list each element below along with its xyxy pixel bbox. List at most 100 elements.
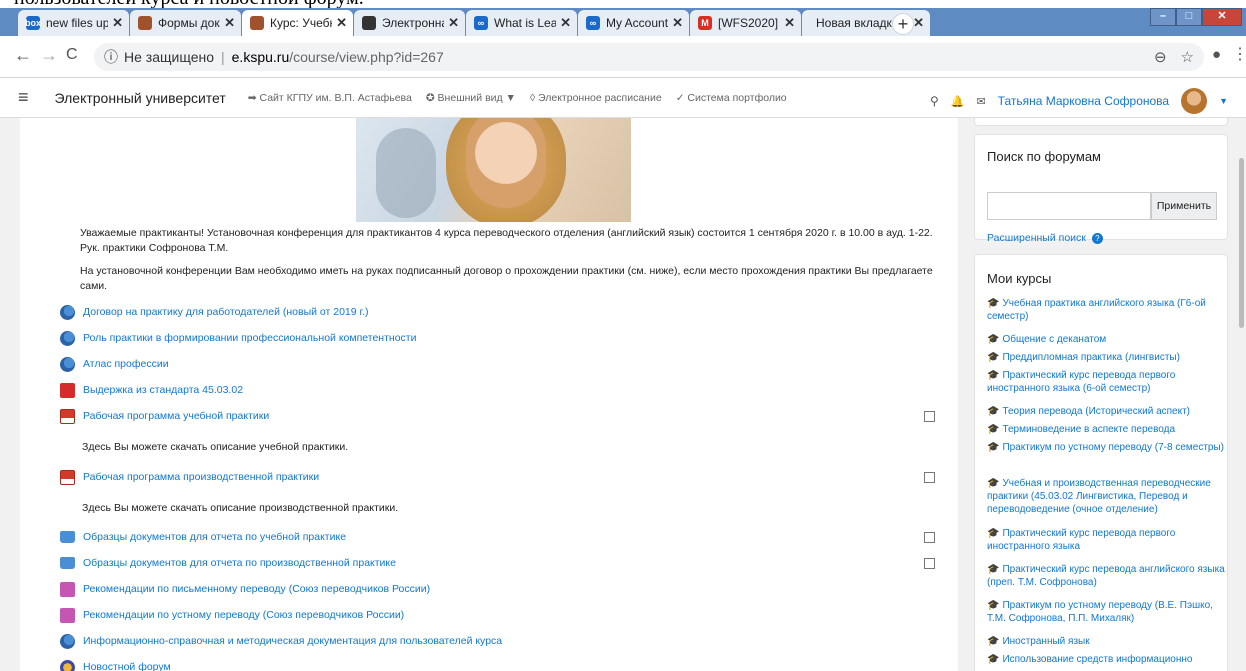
url-icon <box>60 356 75 372</box>
completion-checkbox[interactable] <box>924 558 935 569</box>
moodle-navbar: ≡ Электронный университет ➡ Сайт КГПУ им… <box>0 78 1246 118</box>
site-name-link[interactable]: Электронный университет <box>55 90 226 106</box>
course-link[interactable]: 🎓 Преддипломная практика (лингвисты) <box>987 351 1227 364</box>
reload-icon[interactable]: C <box>66 45 78 65</box>
forum-search-block: Поиск по форумам Применить Расширенный п… <box>974 134 1228 244</box>
user-name-link[interactable]: Татьяна Марковна Софронова <box>998 94 1169 108</box>
tab-5[interactable]: ∞ My Account Se✕ <box>578 10 689 36</box>
maximize-button[interactable]: □ <box>1176 8 1202 26</box>
messages-icon[interactable]: ✉ <box>976 95 985 108</box>
announcement-paragraph: Уважаемые практиканты! Установочная конф… <box>80 227 933 254</box>
course-link[interactable]: 🎓 Использование средств информационно <box>987 653 1227 666</box>
course-link[interactable]: 🎓 Иностранный язык <box>987 635 1227 648</box>
forum-search-input[interactable] <box>987 192 1151 220</box>
minimize-button[interactable]: – <box>1150 8 1176 26</box>
tab-title: Формы докуме <box>158 16 220 30</box>
help-icon[interactable]: ? <box>1091 233 1103 244</box>
completion-checkbox[interactable] <box>924 411 935 422</box>
page-written-translation-link[interactable]: Рекомендации по письменному переводу (Со… <box>60 580 430 598</box>
star-icon[interactable]: ☆ <box>1181 48 1194 66</box>
page-oral-translation-link[interactable]: Рекомендации по устному переводу (Союз п… <box>60 606 404 624</box>
user-menu-caret-icon[interactable]: ▼ <box>1219 96 1228 106</box>
resource-contract-link[interactable]: Договор на практику для работодателей (н… <box>60 303 369 321</box>
tab-6[interactable]: M [WFS2020] Plea ✕ <box>690 10 801 36</box>
close-icon[interactable]: ✕ <box>448 15 459 31</box>
resource-label: Образцы документов для отчета по произво… <box>83 557 396 569</box>
resource-reference-docs-link[interactable]: Информационно-справочная и методическая … <box>60 632 502 650</box>
resource-atlas-link[interactable]: Атлас профессии <box>60 355 169 373</box>
close-window-button[interactable]: ✕ <box>1202 8 1242 26</box>
resource-role-of-practice-link[interactable]: Роль практики в формировании профессиона… <box>60 329 416 347</box>
avatar[interactable] <box>1181 88 1208 114</box>
graduation-cap-icon: 🎓 <box>987 334 1000 345</box>
folder-production-report-docs-link[interactable]: Образцы документов для отчета по произво… <box>60 554 396 572</box>
course-link[interactable]: 🎓 Практический курс перевода английского … <box>987 563 1227 589</box>
circle-icon <box>362 16 376 30</box>
nav-link-kspu-site[interactable]: ➡ Сайт КГПУ им. В.П. Астафьева <box>248 92 412 104</box>
advanced-search-link[interactable]: Расширенный поиск ? <box>987 232 1103 244</box>
scrollbar-thumb[interactable] <box>1239 158 1244 328</box>
close-icon[interactable]: ✕ <box>784 15 795 31</box>
course-label: Использование средств информационно <box>1002 654 1193 665</box>
profile-icon[interactable]: ● <box>1212 45 1221 65</box>
resource-label: Рабочая программа учебной практики <box>83 410 270 422</box>
course-link[interactable]: 🎓 Учебная практика английского языка (Г6-… <box>987 297 1227 323</box>
close-icon[interactable]: ✕ <box>224 15 235 31</box>
url-icon <box>60 633 75 649</box>
tab-0[interactable]: box new files uploa✕ <box>18 10 129 36</box>
course-link[interactable]: 🎓 Практикум по устному переводу (7-8 семе… <box>987 441 1227 454</box>
close-icon[interactable]: ✕ <box>560 15 571 31</box>
page-scrollbar[interactable] <box>1236 118 1246 671</box>
building-icon <box>250 16 264 30</box>
tab-title: new files uploa <box>46 16 109 30</box>
completion-checkbox[interactable] <box>924 472 935 483</box>
news-forum-link[interactable]: Новостной форум <box>60 658 171 671</box>
resource-study-program-link[interactable]: Рабочая программа учебной практики <box>60 407 269 425</box>
tab-4[interactable]: ∞ What is Learnin✕ <box>466 10 577 36</box>
course-label: Преддипломная практика (лингвисты) <box>1002 352 1180 363</box>
infinity-icon: ∞ <box>586 16 600 30</box>
infinity-icon: ∞ <box>474 16 488 30</box>
zoom-icon[interactable]: ⊖ <box>1154 48 1167 66</box>
folder-study-report-docs-link[interactable]: Образцы документов для отчета по учебной… <box>60 528 346 546</box>
new-tab-button[interactable]: + <box>892 13 914 35</box>
url-host: e.kspu.ru <box>231 49 290 65</box>
completion-checkbox[interactable] <box>924 532 935 543</box>
nav-link-schedule[interactable]: ◊ Электронное расписание <box>530 92 662 104</box>
page-icon <box>60 607 75 623</box>
hamburger-menu-icon[interactable]: ≡ <box>18 87 29 108</box>
close-icon[interactable]: ✕ <box>913 15 924 31</box>
search-icon[interactable]: ⚲ <box>930 94 939 108</box>
course-label: Теория перевода (Исторический аспект) <box>1002 406 1191 417</box>
close-icon[interactable]: ✕ <box>336 15 347 31</box>
close-icon[interactable]: ✕ <box>112 15 123 31</box>
resource-production-program-link[interactable]: Рабочая программа производственной практ… <box>60 468 319 486</box>
resource-label: Договор на практику для работодателей (н… <box>83 306 369 318</box>
url-field[interactable]: ⓘ Не защищено | e.kspu.ru/course/view.ph… <box>94 43 1204 71</box>
browser-menu-icon[interactable]: ⋮ <box>1232 45 1246 65</box>
info-icon[interactable]: ⓘ <box>104 47 118 67</box>
course-link[interactable]: 🎓 Общение с деканатом <box>987 333 1227 346</box>
nav-link-appearance[interactable]: ✪ Внешний вид ▼ <box>426 92 516 104</box>
ppt-icon <box>60 469 75 485</box>
forward-icon[interactable]: → <box>40 45 58 65</box>
course-link[interactable]: 🎓 Практикум по устному переводу (В.Е. Пэш… <box>987 599 1227 625</box>
banner-person-background <box>376 128 436 218</box>
bell-icon[interactable]: 🔔 <box>951 95 965 108</box>
tab-3[interactable]: Электронная б ✕ <box>354 10 465 36</box>
resource-label: Информационно-справочная и методическая … <box>83 635 503 647</box>
course-link[interactable]: 🎓 Теория перевода (Исторический аспект) <box>987 405 1227 418</box>
close-icon[interactable]: ✕ <box>672 15 683 31</box>
tab-2[interactable]: Курс: Учебная ✕ <box>242 10 353 36</box>
nav-link-portfolio[interactable]: ✓ Система портфолио <box>676 92 787 104</box>
graduation-cap-icon: 🎓 <box>987 564 1000 575</box>
forum-search-submit-button[interactable]: Применить <box>1151 192 1217 220</box>
resource-standard-excerpt-link[interactable]: Выдержка из стандарта 45.03.02 <box>60 381 243 399</box>
course-link[interactable]: 🎓 Терминоведение в аспекте перевода <box>987 423 1227 436</box>
back-icon[interactable]: ← <box>14 45 32 65</box>
course-link[interactable]: 🎓 Практический курс перевода первого инос… <box>987 369 1227 395</box>
course-label: Практикум по устному переводу (В.Е. Пэшк… <box>987 600 1213 624</box>
course-link[interactable]: 🎓 Практический курс перевода первого инос… <box>987 527 1227 553</box>
tab-1[interactable]: Формы докуме ✕ <box>130 10 241 36</box>
course-link[interactable]: 🎓 Учебная и производственная переводчески… <box>987 477 1227 516</box>
